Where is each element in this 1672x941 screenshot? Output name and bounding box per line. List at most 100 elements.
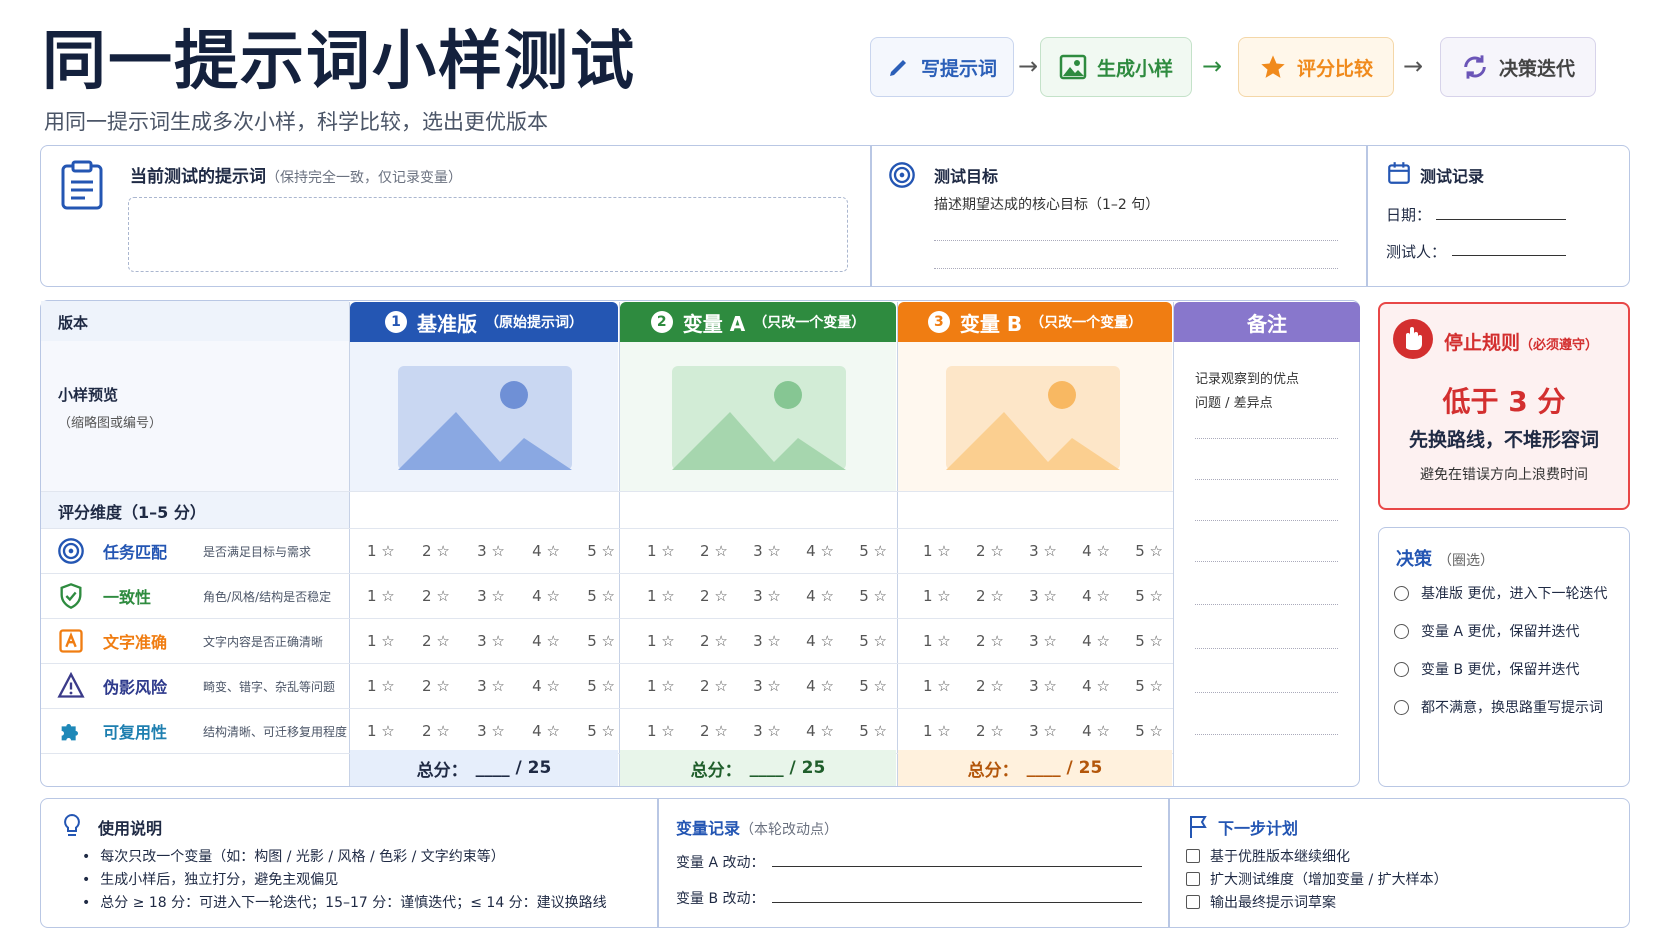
star-option[interactable]: 4 ☆ [1082, 632, 1110, 650]
goal-line[interactable] [934, 268, 1338, 269]
star-option[interactable]: 3 ☆ [1029, 632, 1057, 650]
star-option[interactable]: 5 ☆ [859, 632, 887, 650]
star-option[interactable]: 1 ☆ [367, 632, 395, 650]
star-option[interactable]: 3 ☆ [753, 632, 781, 650]
star-option[interactable]: 3 ☆ [477, 677, 505, 695]
decision-option[interactable]: 都不满意，换思路重写提示词 [1394, 688, 1628, 726]
star-option[interactable]: 3 ☆ [477, 632, 505, 650]
star-rating-a[interactable]: 1 ☆ 2 ☆ 3 ☆ 4 ☆ 5 ☆ [647, 677, 887, 695]
star-option[interactable]: 4 ☆ [1082, 677, 1110, 695]
star-option[interactable]: 2 ☆ [700, 587, 728, 605]
star-option[interactable]: 1 ☆ [647, 542, 675, 560]
star-option[interactable]: 1 ☆ [367, 722, 395, 740]
star-option[interactable]: 1 ☆ [367, 677, 395, 695]
notes-line[interactable] [1195, 479, 1338, 480]
decision-option[interactable]: 基准版 更优，进入下一轮迭代 [1394, 574, 1628, 612]
star-option[interactable]: 1 ☆ [923, 587, 951, 605]
notes-line[interactable] [1195, 520, 1338, 521]
star-option[interactable]: 4 ☆ [532, 722, 560, 740]
star-option[interactable]: 3 ☆ [477, 542, 505, 560]
star-option[interactable]: 2 ☆ [700, 677, 728, 695]
star-option[interactable]: 5 ☆ [587, 587, 615, 605]
star-rating-b[interactable]: 1 ☆ 2 ☆ 3 ☆ 4 ☆ 5 ☆ [923, 587, 1163, 605]
star-option[interactable]: 4 ☆ [532, 632, 560, 650]
date-field[interactable] [1436, 219, 1566, 220]
star-option[interactable]: 1 ☆ [647, 587, 675, 605]
star-option[interactable]: 5 ☆ [1135, 677, 1163, 695]
radio-circle[interactable] [1394, 661, 1409, 677]
star-option[interactable]: 4 ☆ [806, 677, 834, 695]
star-rating-base[interactable]: 1 ☆ 2 ☆ 3 ☆ 4 ☆ 5 ☆ [367, 632, 615, 650]
notes-line[interactable] [1195, 604, 1338, 605]
star-option[interactable]: 2 ☆ [422, 632, 450, 650]
star-option[interactable]: 3 ☆ [753, 587, 781, 605]
star-option[interactable]: 3 ☆ [1029, 722, 1057, 740]
star-option[interactable]: 5 ☆ [1135, 587, 1163, 605]
star-option[interactable]: 1 ☆ [647, 677, 675, 695]
star-option[interactable]: 5 ☆ [1135, 722, 1163, 740]
star-rating-a[interactable]: 1 ☆ 2 ☆ 3 ☆ 4 ☆ 5 ☆ [647, 587, 887, 605]
star-option[interactable]: 5 ☆ [859, 542, 887, 560]
star-rating-a[interactable]: 1 ☆ 2 ☆ 3 ☆ 4 ☆ 5 ☆ [647, 542, 887, 560]
star-option[interactable]: 2 ☆ [422, 722, 450, 740]
next-plan-item[interactable]: 基于优胜版本继续细化 [1186, 844, 1616, 867]
goal-line[interactable] [934, 240, 1338, 241]
star-rating-base[interactable]: 1 ☆ 2 ☆ 3 ☆ 4 ☆ 5 ☆ [367, 722, 615, 740]
total-score-base[interactable]: 总分： ____ / 25 [350, 750, 618, 786]
tester-field[interactable] [1452, 255, 1566, 256]
star-option[interactable]: 4 ☆ [806, 632, 834, 650]
star-option[interactable]: 4 ☆ [806, 542, 834, 560]
notes-line[interactable] [1195, 734, 1338, 735]
star-option[interactable]: 2 ☆ [976, 632, 1004, 650]
star-option[interactable]: 1 ☆ [923, 722, 951, 740]
star-option[interactable]: 1 ☆ [923, 542, 951, 560]
star-option[interactable]: 3 ☆ [753, 677, 781, 695]
star-option[interactable]: 2 ☆ [976, 542, 1004, 560]
star-rating-base[interactable]: 1 ☆ 2 ☆ 3 ☆ 4 ☆ 5 ☆ [367, 587, 615, 605]
star-rating-b[interactable]: 1 ☆ 2 ☆ 3 ☆ 4 ☆ 5 ☆ [923, 542, 1163, 560]
star-option[interactable]: 4 ☆ [1082, 722, 1110, 740]
next-plan-item[interactable]: 扩大测试维度（增加变量 / 扩大样本） [1186, 867, 1616, 890]
star-option[interactable]: 5 ☆ [1135, 632, 1163, 650]
radio-circle[interactable] [1394, 585, 1409, 601]
star-option[interactable]: 3 ☆ [477, 722, 505, 740]
star-option[interactable]: 2 ☆ [976, 722, 1004, 740]
star-rating-b[interactable]: 1 ☆ 2 ☆ 3 ☆ 4 ☆ 5 ☆ [923, 722, 1163, 740]
star-option[interactable]: 4 ☆ [532, 542, 560, 560]
notes-line[interactable] [1195, 438, 1338, 439]
star-option[interactable]: 3 ☆ [1029, 677, 1057, 695]
star-rating-a[interactable]: 1 ☆ 2 ☆ 3 ☆ 4 ☆ 5 ☆ [647, 722, 887, 740]
star-option[interactable]: 3 ☆ [477, 587, 505, 605]
star-option[interactable]: 5 ☆ [587, 677, 615, 695]
decision-option[interactable]: 变量 B 更优，保留并迭代 [1394, 650, 1628, 688]
radio-circle[interactable] [1394, 699, 1409, 715]
radio-circle[interactable] [1394, 623, 1409, 639]
star-option[interactable]: 1 ☆ [923, 632, 951, 650]
notes-line[interactable] [1195, 561, 1338, 562]
star-option[interactable]: 1 ☆ [367, 587, 395, 605]
star-option[interactable]: 3 ☆ [1029, 587, 1057, 605]
prompt-input[interactable] [128, 197, 848, 272]
star-rating-b[interactable]: 1 ☆ 2 ☆ 3 ☆ 4 ☆ 5 ☆ [923, 677, 1163, 695]
variable-b-field[interactable] [772, 902, 1142, 903]
star-rating-b[interactable]: 1 ☆ 2 ☆ 3 ☆ 4 ☆ 5 ☆ [923, 632, 1163, 650]
next-plan-item[interactable]: 输出最终提示词草案 [1186, 890, 1616, 913]
star-option[interactable]: 5 ☆ [587, 722, 615, 740]
star-option[interactable]: 5 ☆ [587, 542, 615, 560]
star-option[interactable]: 2 ☆ [700, 542, 728, 560]
star-option[interactable]: 4 ☆ [532, 677, 560, 695]
star-rating-a[interactable]: 1 ☆ 2 ☆ 3 ☆ 4 ☆ 5 ☆ [647, 632, 887, 650]
star-option[interactable]: 5 ☆ [859, 677, 887, 695]
star-option[interactable]: 2 ☆ [422, 587, 450, 605]
star-option[interactable]: 4 ☆ [1082, 542, 1110, 560]
star-option[interactable]: 4 ☆ [806, 587, 834, 605]
notes-line[interactable] [1195, 648, 1338, 649]
star-option[interactable]: 1 ☆ [647, 722, 675, 740]
star-option[interactable]: 5 ☆ [587, 632, 615, 650]
star-option[interactable]: 4 ☆ [532, 587, 560, 605]
total-score-b[interactable]: 总分： ____ / 25 [898, 750, 1172, 786]
star-option[interactable]: 2 ☆ [700, 722, 728, 740]
star-option[interactable]: 1 ☆ [923, 677, 951, 695]
star-option[interactable]: 3 ☆ [753, 722, 781, 740]
star-option[interactable]: 2 ☆ [422, 677, 450, 695]
